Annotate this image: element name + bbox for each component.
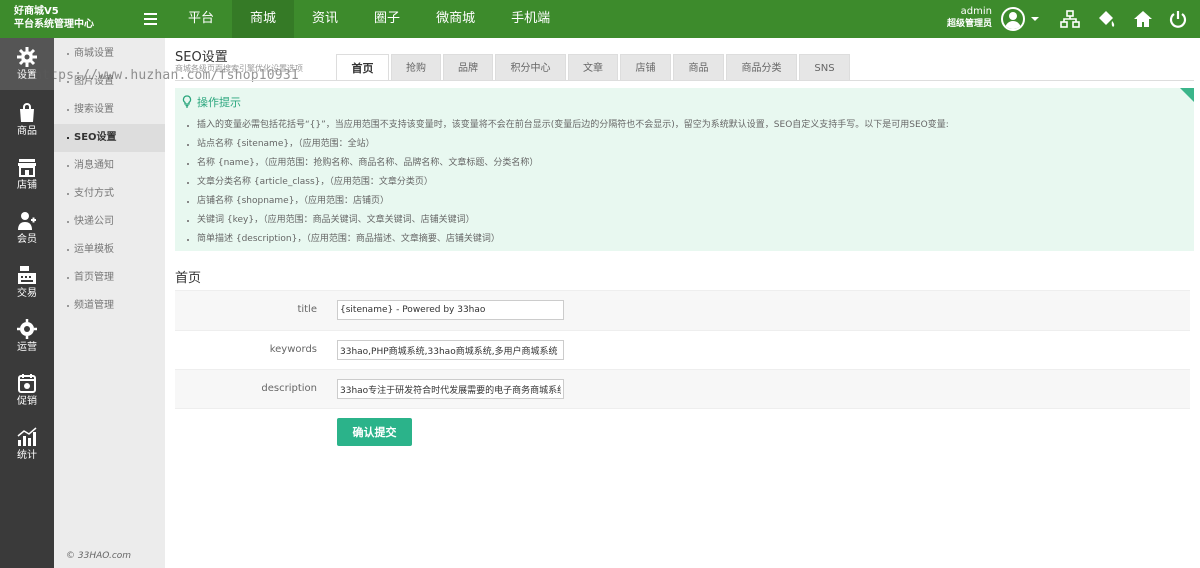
top-navbar: 好商城V5 平台系统管理中心 平台 商城 资讯 圈子 微商城 手机端 admin… xyxy=(0,0,1200,38)
lightbulb-icon xyxy=(182,95,192,108)
topnav-circle[interactable]: 圈子 xyxy=(356,0,418,38)
tab-store[interactable]: 店铺 xyxy=(620,54,671,81)
tab-article[interactable]: 文章 xyxy=(568,54,618,81)
leftnav-trade[interactable]: 交易 xyxy=(0,256,54,308)
copyright: © 33HAO.com xyxy=(66,551,132,561)
tip-item: 店铺名称 {shopname}，（应用范围：店铺页） xyxy=(187,192,949,211)
sidebar-item-waybill[interactable]: 运单模板 xyxy=(54,236,165,264)
topnav-mobile[interactable]: 手机端 xyxy=(493,0,568,38)
user-role: 超级管理员 xyxy=(946,19,992,29)
keywords-input[interactable] xyxy=(337,340,564,360)
sidebar-item-search-settings[interactable]: 搜索设置 xyxy=(54,96,165,124)
tab-points-center[interactable]: 积分中心 xyxy=(495,54,566,81)
tips-title: 操作提示 xyxy=(197,96,241,109)
submit-button[interactable]: 确认提交 xyxy=(337,418,412,446)
home-icon[interactable] xyxy=(1133,9,1153,29)
topnav-mall[interactable]: 商城 xyxy=(232,0,295,38)
form-row-title: title xyxy=(175,290,1190,330)
page-subtitle: 商城各级页面搜索引擎优化设置选项 xyxy=(175,64,303,73)
tip-item: 文章分类名称 {article_class}，（应用范围：文章分类页） xyxy=(187,173,949,192)
tip-item: 名称 {name}，（应用范围：抢购名称、商品名称、品牌名称、文章标题、分类名称… xyxy=(187,154,949,173)
title-input[interactable] xyxy=(337,300,564,320)
brand-subtitle: 平台系统管理中心 xyxy=(14,19,94,30)
topnav-microshop[interactable]: 微商城 xyxy=(418,0,493,38)
tip-item: 插入的变量必需包括花括号“{}”，当应用范围不支持该变量时，该变量将不会在前台显… xyxy=(187,116,949,135)
leftnav-goods[interactable]: 商品 xyxy=(0,94,54,146)
tip-item: 站点名称 {sitename}，（应用范围：全站） xyxy=(187,135,949,154)
top-nav: 平台 商城 资讯 圈子 微商城 手机端 xyxy=(170,0,568,38)
sidebar-item-channel[interactable]: 频道管理 xyxy=(54,292,165,320)
leftnav-label: 会员 xyxy=(17,234,37,245)
tab-divider xyxy=(175,80,1194,81)
goods-icon xyxy=(20,103,34,122)
tab-brand[interactable]: 品牌 xyxy=(443,54,493,81)
tab-home[interactable]: 首页 xyxy=(336,54,389,81)
tab-goods-category[interactable]: 商品分类 xyxy=(726,54,797,81)
form-row-description: description xyxy=(175,369,1190,409)
brand-name: 好商城V5 xyxy=(14,6,59,17)
tab-flash-sale[interactable]: 抢购 xyxy=(391,54,441,81)
leftnav-label: 统计 xyxy=(17,450,37,461)
section-title: 首页 xyxy=(175,271,202,286)
paint-bucket-icon[interactable] xyxy=(1096,9,1116,29)
chart-icon xyxy=(17,427,37,446)
tab-goods[interactable]: 商品 xyxy=(673,54,724,81)
sidebar-item-mall-settings[interactable]: 商城设置 xyxy=(54,40,165,68)
leftnav-label: 促销 xyxy=(17,396,37,407)
sidebar-item-payment[interactable]: 支付方式 xyxy=(54,180,165,208)
sitemap-icon[interactable] xyxy=(1060,9,1080,29)
form-row-keywords: keywords xyxy=(175,330,1190,370)
leftnav-store[interactable]: 店铺 xyxy=(0,148,54,200)
menu-toggle-icon[interactable] xyxy=(144,13,157,25)
sidebar-item-homepage[interactable]: 首页管理 xyxy=(54,264,165,292)
chevron-down-icon[interactable] xyxy=(1031,17,1039,21)
description-label: description xyxy=(261,383,317,394)
sidebar-item-express[interactable]: 快递公司 xyxy=(54,208,165,236)
seo-tabs: 首页 抢购 品牌 积分中心 文章 店铺 商品 商品分类 SNS xyxy=(336,54,852,81)
gear-icon xyxy=(17,47,37,67)
leftnav-label: 交易 xyxy=(17,288,37,299)
tip-item: 关键词 {key}，（应用范围：商品关键词、文章关键词、店铺关键词） xyxy=(187,211,949,230)
user-info[interactable]: admin 超级管理员 xyxy=(938,6,992,30)
brand-logo[interactable]: 好商城V5 平台系统管理中心 xyxy=(14,5,94,31)
keywords-label: keywords xyxy=(269,344,317,355)
user-name: admin xyxy=(960,6,992,17)
tab-sns[interactable]: SNS xyxy=(799,54,850,81)
leftnav-label: 店铺 xyxy=(17,180,37,191)
operate-gear-icon xyxy=(17,319,37,339)
tips-list: 插入的变量必需包括花括号“{}”，当应用范围不支持该变量时，该变量将不会在前台显… xyxy=(187,116,949,249)
avatar[interactable] xyxy=(1001,7,1025,31)
topnav-platform[interactable]: 平台 xyxy=(170,0,232,38)
member-icon xyxy=(18,212,36,230)
description-input[interactable] xyxy=(337,379,564,399)
leftnav-stats[interactable]: 统计 xyxy=(0,418,54,470)
title-label: title xyxy=(297,304,317,315)
topnav-news[interactable]: 资讯 xyxy=(294,0,356,38)
tips-panel: 操作提示 插入的变量必需包括花括号“{}”，当应用范围不支持该变量时，该变量将不… xyxy=(175,88,1194,251)
sidebar-item-seo-settings[interactable]: SEO设置 xyxy=(54,124,165,152)
leftnav-label: 商品 xyxy=(17,126,37,137)
store-icon xyxy=(18,159,36,177)
promotion-icon xyxy=(18,374,36,393)
sub-sidebar: 商城设置 图片设置 搜索设置 SEO设置 消息通知 支付方式 快递公司 运单模板… xyxy=(54,38,165,568)
leftnav-label: 运营 xyxy=(17,342,37,353)
tip-item: 简单描述 {description}，（应用范围：商品描述、文章摘要、店铺关键词… xyxy=(187,230,949,249)
leftnav-member[interactable]: 会员 xyxy=(0,202,54,254)
main-sidebar: 设置 商品 店铺 会员 交易 运营 促销 统计 xyxy=(0,38,54,568)
collapse-corner-icon[interactable] xyxy=(1180,88,1194,102)
power-icon[interactable] xyxy=(1168,9,1188,29)
cash-register-icon xyxy=(18,266,36,284)
leftnav-operate[interactable]: 运营 xyxy=(0,310,54,362)
sidebar-item-notifications[interactable]: 消息通知 xyxy=(54,152,165,180)
leftnav-promotion[interactable]: 促销 xyxy=(0,364,54,416)
